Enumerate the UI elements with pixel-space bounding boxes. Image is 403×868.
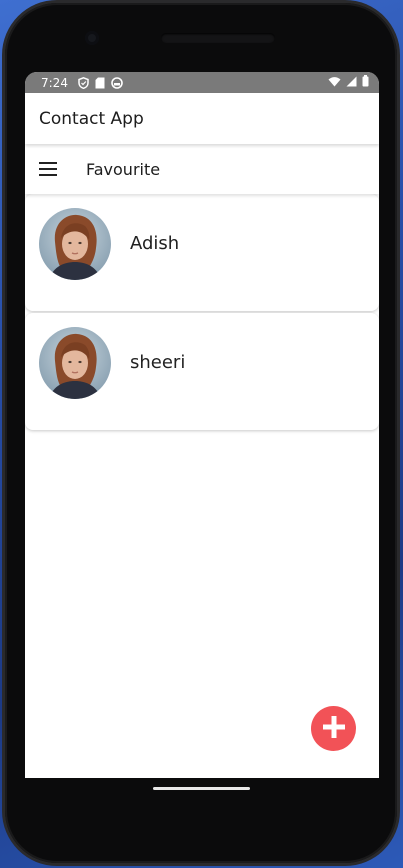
earpiece-speaker (161, 33, 275, 43)
status-bar: 7:24 (25, 72, 379, 93)
wifi-icon (328, 76, 341, 90)
notification-icon (111, 76, 123, 89)
home-indicator[interactable] (153, 787, 250, 790)
app-bar: Contact App (25, 93, 379, 144)
contact-name: sheeri (130, 352, 186, 373)
phone-frame: 7:24 Contact App Favourite Adish sheeri (5, 3, 397, 863)
add-contact-button[interactable] (311, 706, 356, 751)
contact-name: Adish (130, 233, 180, 254)
contact-card-adish[interactable]: Adish (25, 194, 379, 311)
plus-icon (321, 714, 347, 744)
contact-list: Adish sheeri (25, 194, 379, 432)
status-right-icons (328, 75, 369, 90)
signal-icon (346, 76, 357, 90)
avatar (39, 208, 111, 280)
avatar (39, 327, 111, 399)
app-screen: 7:24 Contact App Favourite Adish sheeri (25, 72, 379, 778)
status-time: 7:24 (41, 75, 68, 90)
app-title: Contact App (39, 108, 144, 129)
favourite-title: Favourite (86, 159, 161, 179)
battery-icon (362, 75, 369, 90)
contact-card-sheeri[interactable]: sheeri (25, 313, 379, 430)
sd-card-icon (95, 77, 105, 89)
front-camera (85, 31, 99, 45)
shield-icon (78, 76, 89, 89)
hamburger-menu-icon[interactable] (39, 162, 57, 176)
favourite-bar: Favourite (25, 144, 379, 194)
